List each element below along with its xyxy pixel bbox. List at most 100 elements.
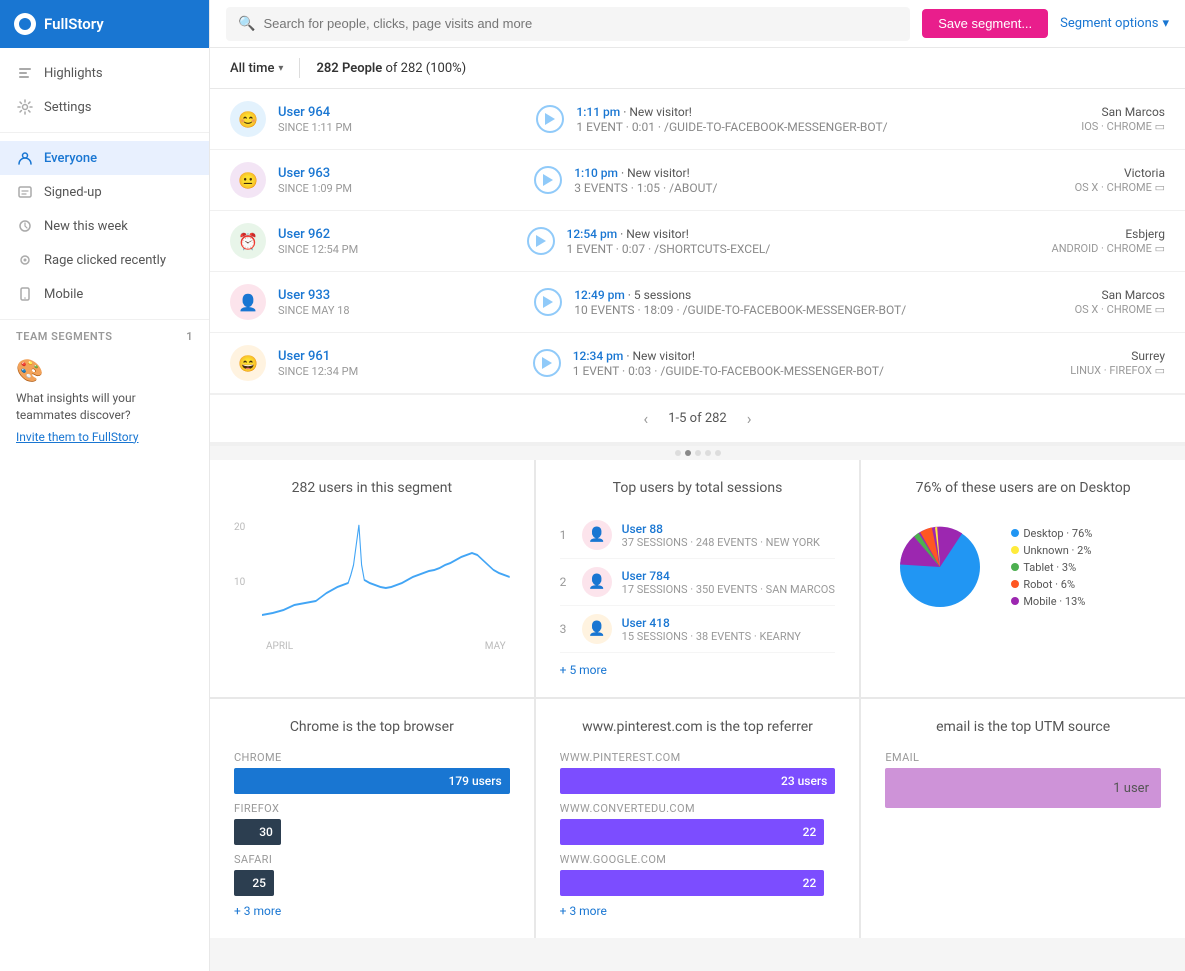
user-name[interactable]: User 961 (278, 349, 521, 364)
rank-number: 1 (560, 528, 572, 542)
segment-chart-title: 282 users in this segment (234, 480, 510, 496)
mobile-label: Mobile (44, 287, 83, 302)
user-city: Surrey (1070, 349, 1165, 363)
top-user-row[interactable]: 2 👤 User 784 17 SESSIONS · 350 EVENTS · … (560, 559, 836, 606)
new-this-week-icon (16, 217, 34, 235)
page-dot (695, 450, 701, 456)
line-chart-svg (262, 505, 510, 635)
user-city: Victoria (1075, 166, 1165, 180)
invite-icon: 🎨 (16, 359, 193, 384)
user-row[interactable]: 😄 User 961 SINCE 12:34 PM 12:34 pm · New… (210, 333, 1185, 394)
browser-bar-row: 30 (234, 819, 510, 845)
rank-number: 2 (560, 575, 572, 589)
top-users-card: Top users by total sessions 1 👤 User 88 … (536, 460, 860, 697)
top-user-detail: 17 SESSIONS · 350 EVENTS · SAN MARCOS (622, 583, 835, 596)
pagination: ‹ 1-5 of 282 › (210, 394, 1185, 446)
top-user-avatar: 👤 (582, 614, 612, 644)
invite-link[interactable]: Invite them to FullStory (16, 430, 139, 444)
search-wrap: 🔍 (226, 7, 910, 41)
top-user-name[interactable]: User 88 (622, 522, 820, 536)
session-info: 12:54 pm · New visitor! 1 EVENT · 0:07 ·… (567, 227, 1040, 256)
referrer-bars: WWW.PINTEREST.COM 23 users WWW.CONVERTED… (560, 751, 836, 896)
play-button[interactable] (527, 227, 555, 255)
user-row[interactable]: ⏰ User 962 SINCE 12:54 PM 12:54 pm · New… (210, 211, 1185, 272)
session-time: 12:54 pm (567, 227, 618, 241)
save-segment-button[interactable]: Save segment... (922, 9, 1048, 38)
user-name[interactable]: User 964 (278, 105, 524, 120)
user-city: San Marcos (1081, 105, 1165, 119)
play-button[interactable] (533, 349, 561, 377)
event-type: 5 sessions (634, 288, 691, 302)
page-info: 1-5 of 282 (668, 411, 727, 426)
topbar: 🔍 Save segment... Segment options ▾ (210, 0, 1185, 48)
user-info: User 933 SINCE MAY 18 (278, 288, 522, 317)
user-tech: ANDROID · CHROME ▭ (1052, 242, 1165, 255)
top-user-name[interactable]: User 418 (622, 616, 801, 630)
top-user-row[interactable]: 3 👤 User 418 15 SESSIONS · 38 EVENTS · K… (560, 606, 836, 653)
search-icon: 🔍 (238, 16, 255, 32)
sidebar-item-settings[interactable]: Settings (0, 90, 209, 124)
user-row[interactable]: 😊 User 964 SINCE 1:11 PM 1:11 pm · New v… (210, 89, 1185, 150)
referrer-card: www.pinterest.com is the top referrer WW… (536, 699, 860, 938)
team-segments-header: TEAM SEGMENTS 1 (0, 320, 209, 347)
referrers-more[interactable]: + 3 more (560, 904, 836, 918)
sidebar: FullStory Highlights Settings (0, 0, 210, 971)
pie-chart (885, 512, 995, 626)
utm-card: email is the top UTM source EMAIL 1 user (861, 699, 1185, 938)
mobile-icon (16, 285, 34, 303)
segment-count: 282 People of 282 (100%) (316, 61, 466, 76)
sidebar-item-mobile[interactable]: Mobile (0, 277, 209, 311)
time-filter[interactable]: All time ▾ (230, 61, 283, 76)
page-dot (675, 450, 681, 456)
segment-options-button[interactable]: Segment options ▾ (1060, 16, 1169, 31)
referrer-bar-fill: 22 (560, 819, 825, 845)
user-info: User 964 SINCE 1:11 PM (278, 105, 524, 134)
top-user-avatar: 👤 (582, 567, 612, 597)
sidebar-item-signed-up[interactable]: Signed-up (0, 175, 209, 209)
sidebar-item-new-this-week[interactable]: New this week (0, 209, 209, 243)
legend-robot: Robot · 6% (1011, 578, 1161, 591)
user-avatar: 👤 (230, 284, 266, 320)
play-button[interactable] (534, 288, 562, 316)
session-time: 12:49 pm (574, 288, 625, 302)
page-dot (715, 450, 721, 456)
session-detail: 3 EVENTS · 1:05 · /ABOUT/ (574, 181, 1062, 195)
browser-card: Chrome is the top browser CHROME 179 use… (210, 699, 534, 938)
user-row[interactable]: 👤 User 933 SINCE MAY 18 12:49 pm · 5 ses… (210, 272, 1185, 333)
sidebar-item-rage-clicked[interactable]: Rage clicked recently (0, 243, 209, 277)
sidebar-item-highlights[interactable]: Highlights (0, 56, 209, 90)
user-since: SINCE 1:09 PM (278, 182, 522, 195)
search-input[interactable] (263, 16, 898, 31)
browser-bar-section: SAFARI 25 (234, 853, 510, 896)
browser-bar-fill: 25 (234, 870, 274, 896)
sidebar-header: FullStory (0, 0, 209, 48)
user-since: SINCE 12:34 PM (278, 365, 521, 378)
user-name[interactable]: User 963 (278, 166, 522, 181)
referrer-label: WWW.CONVERTEDU.COM (560, 802, 836, 815)
browser-label: FIREFOX (234, 802, 510, 815)
user-info: User 963 SINCE 1:09 PM (278, 166, 522, 195)
referrer-title: www.pinterest.com is the top referrer (560, 719, 836, 735)
page-dot-active (685, 450, 691, 456)
browsers-more[interactable]: + 3 more (234, 904, 510, 918)
device-chart-title: 76% of these users are on Desktop (885, 480, 1161, 496)
user-name[interactable]: User 962 (278, 227, 515, 242)
team-segments-count: 1 (186, 330, 193, 343)
user-name[interactable]: User 933 (278, 288, 522, 303)
play-button[interactable] (534, 166, 562, 194)
top-user-avatar: 👤 (582, 520, 612, 550)
sidebar-item-everyone[interactable]: Everyone (0, 141, 209, 175)
user-info: User 961 SINCE 12:34 PM (278, 349, 521, 378)
user-row[interactable]: 😐 User 963 SINCE 1:09 PM 1:10 pm · New v… (210, 150, 1185, 211)
top-user-name[interactable]: User 784 (622, 569, 835, 583)
browser-title: Chrome is the top browser (234, 719, 510, 735)
session-detail: 10 EVENTS · 18:09 · /GUIDE-TO-FACEBOOK-M… (574, 303, 1062, 317)
play-button[interactable] (536, 105, 564, 133)
top-user-row[interactable]: 1 👤 User 88 37 SESSIONS · 248 EVENTS · N… (560, 512, 836, 559)
referrer-bar-fill: 22 (560, 870, 825, 896)
top-users-more[interactable]: + 5 more (560, 663, 836, 677)
prev-page-button[interactable]: ‹ (643, 409, 648, 428)
referrer-bar-row: 22 (560, 819, 836, 845)
next-page-button[interactable]: › (747, 409, 752, 428)
page-dot (705, 450, 711, 456)
